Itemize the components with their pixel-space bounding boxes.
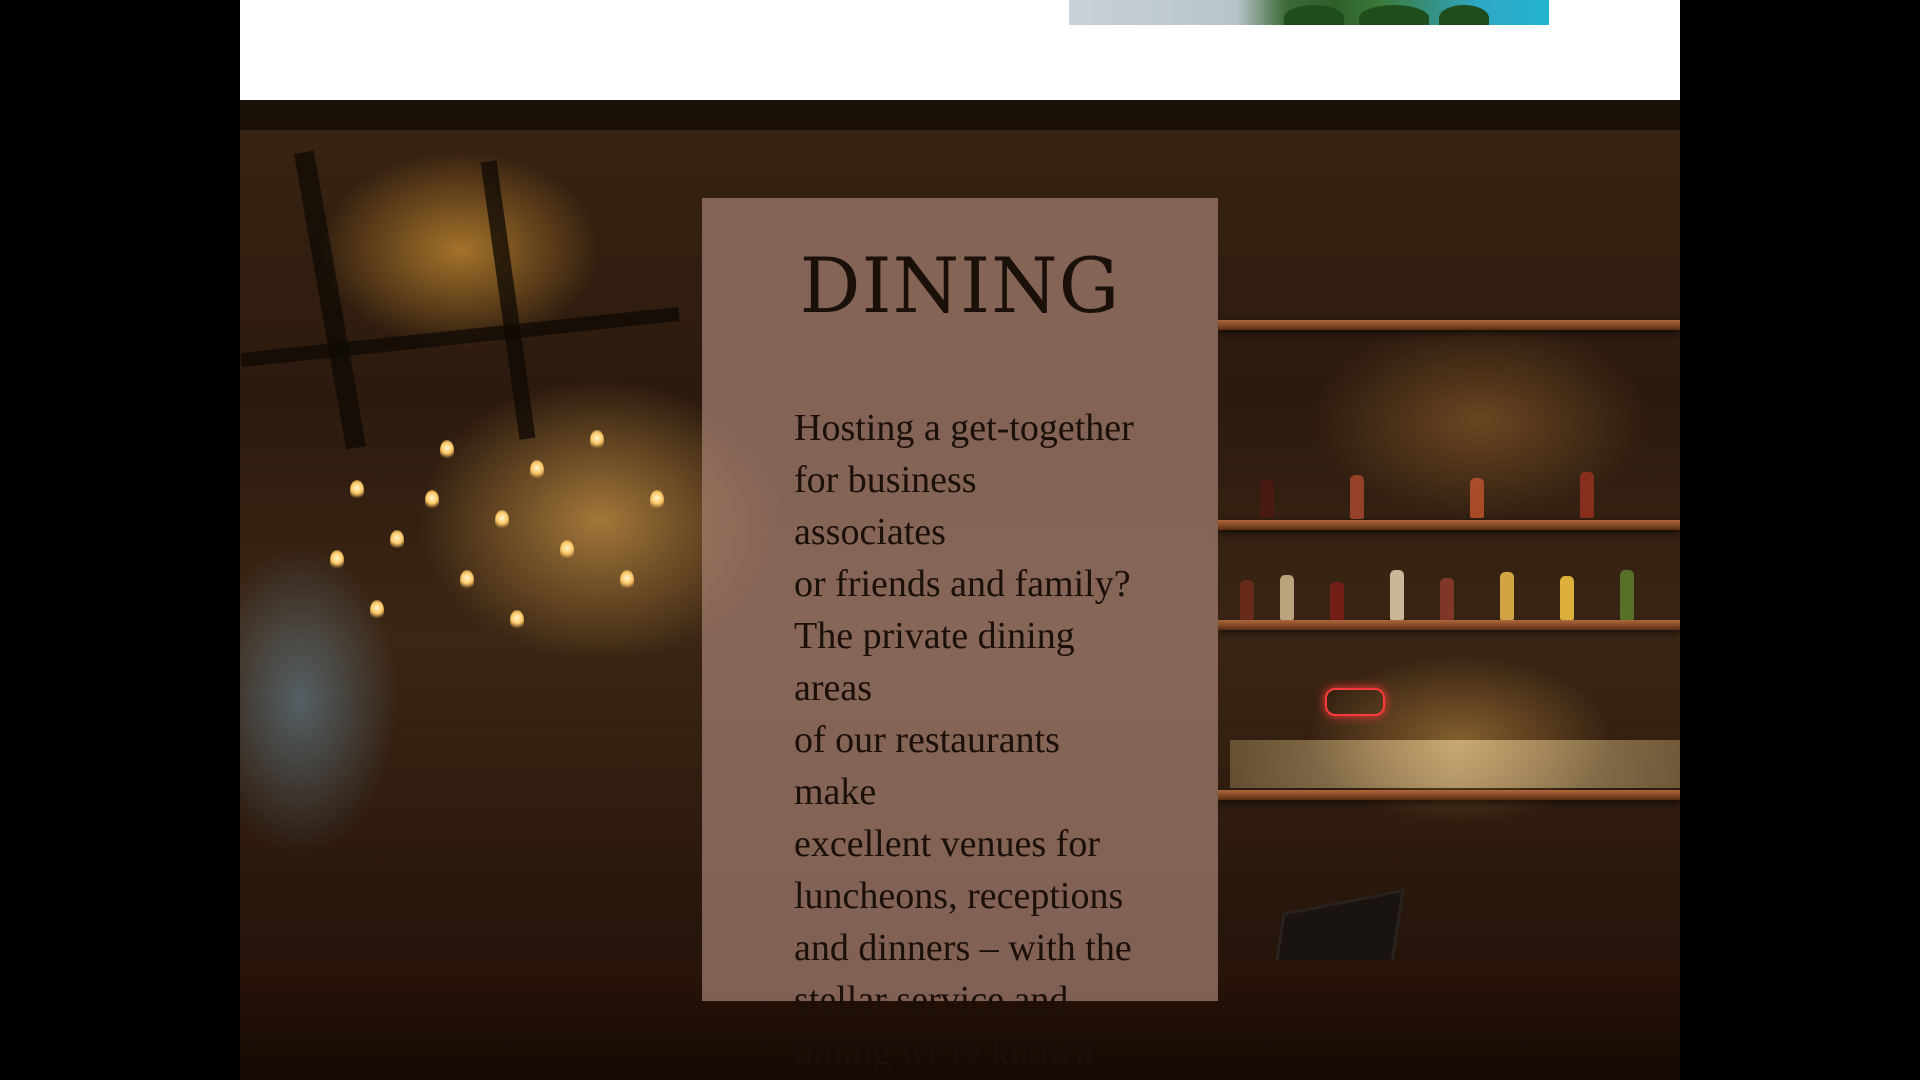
bottle xyxy=(1330,582,1344,620)
description-line: The private dining areas xyxy=(794,615,1075,709)
bottle xyxy=(1580,472,1594,518)
bulb xyxy=(370,600,384,620)
bottle xyxy=(1440,578,1454,620)
dining-section-background: DINING Hosting a get-together for busine… xyxy=(240,100,1680,1080)
bottle xyxy=(1390,570,1404,620)
bulb xyxy=(590,430,604,450)
page-content: DINING Hosting a get-together for busine… xyxy=(240,0,1680,1080)
palm-shape xyxy=(1359,5,1429,25)
description-line: dining we're known for. xyxy=(794,1031,1095,1073)
bulb xyxy=(510,610,524,630)
bottle xyxy=(1470,478,1484,518)
description-line: excellent venues for xyxy=(794,823,1100,865)
description-line: for business associates xyxy=(794,459,977,553)
glassware-row xyxy=(1230,740,1680,788)
ceiling-beam xyxy=(240,307,680,367)
bulb xyxy=(620,570,634,590)
description-line: of our restaurants make xyxy=(794,719,1060,813)
ceiling-beam xyxy=(480,160,536,440)
neon-sign xyxy=(1325,688,1385,716)
dining-description: Hosting a get-together for business asso… xyxy=(794,402,1134,1080)
bulb xyxy=(460,570,474,590)
bar-shelf xyxy=(1218,790,1680,800)
dining-title: DINING xyxy=(799,241,1121,330)
ceiling-beam xyxy=(240,100,1680,130)
bar-shelf xyxy=(1218,620,1680,630)
bulb xyxy=(560,540,574,560)
bottle xyxy=(1500,572,1514,620)
tropical-palm-image xyxy=(1069,0,1549,25)
bottle xyxy=(1620,570,1634,620)
description-line: and dinners – with the xyxy=(794,927,1132,969)
palm-shape xyxy=(1284,5,1344,25)
bottle xyxy=(1560,576,1574,620)
description-line: stellar service and xyxy=(794,979,1069,1021)
bulb xyxy=(330,550,344,570)
description-line: or friends and family? xyxy=(794,563,1131,605)
bottle xyxy=(1350,475,1364,519)
dining-text-panel: DINING Hosting a get-together for busine… xyxy=(702,198,1218,1073)
bottle xyxy=(1260,480,1274,518)
description-line: luncheons, receptions xyxy=(794,875,1124,917)
bulb xyxy=(495,510,509,530)
bulb xyxy=(650,490,664,510)
bulb xyxy=(350,480,364,500)
bulb xyxy=(390,530,404,550)
palm-shape xyxy=(1439,5,1489,25)
bottle xyxy=(1240,580,1254,620)
bulb xyxy=(425,490,439,510)
bar-shelf xyxy=(1218,320,1680,330)
bar-shelf xyxy=(1218,520,1680,530)
description-line: Hosting a get-together xyxy=(794,407,1134,449)
ceiling-beam xyxy=(294,150,366,450)
bulb xyxy=(530,460,544,480)
bulb xyxy=(440,440,454,460)
top-strip xyxy=(240,0,1680,100)
bottle xyxy=(1280,575,1294,620)
